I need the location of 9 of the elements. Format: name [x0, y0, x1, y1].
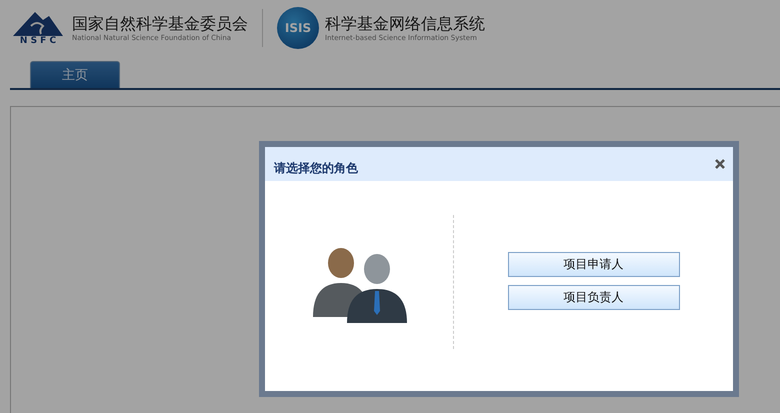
org-name: 国家自然科学基金委员会: [72, 14, 248, 34]
mountain-logo-icon: [13, 10, 63, 36]
logo-text: ISIS: [284, 21, 312, 35]
role-button[interactable]: 项目负责人: [508, 285, 680, 310]
close-icon[interactable]: [715, 159, 725, 169]
logo-text: N S F C: [20, 36, 56, 46]
dialog-title: 请选择您的角色: [274, 160, 358, 177]
role-button[interactable]: 项目申请人: [508, 252, 680, 277]
system-name: 科学基金网络信息系统: [325, 14, 485, 34]
